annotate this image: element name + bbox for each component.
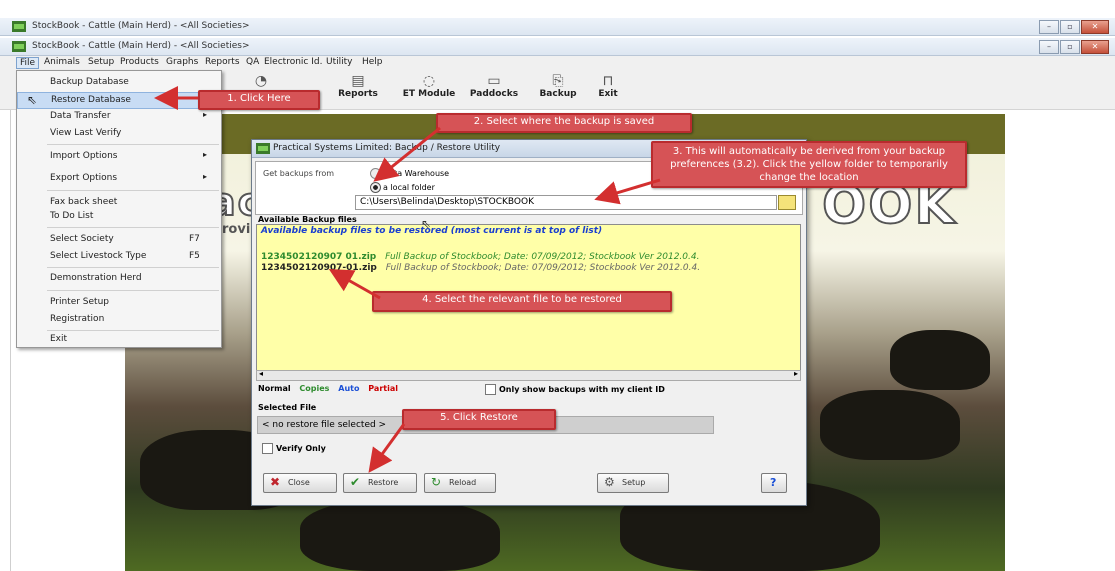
arrow-step-2 <box>373 126 441 182</box>
mouse-pointer-icon: ⇖ <box>421 217 432 231</box>
arrow-step-4 <box>328 269 381 300</box>
arrow-step-5 <box>368 423 406 473</box>
callout-arrows <box>154 86 661 473</box>
arrow-step-3 <box>594 178 661 205</box>
